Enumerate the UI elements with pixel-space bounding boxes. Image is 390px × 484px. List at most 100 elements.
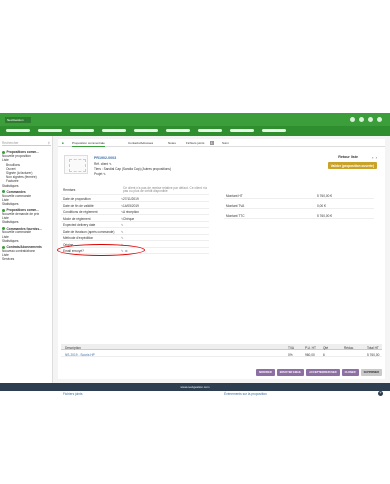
total-row: Montant HT 5 760,00 € xyxy=(224,192,374,199)
edit-icon[interactable]: ✎ xyxy=(121,223,124,227)
tab-history[interactable]: Suivi xyxy=(222,141,229,145)
field-row: Remises Ce client n'a pas de remise relat… xyxy=(61,186,209,195)
previous-icon[interactable]: ‹ xyxy=(372,155,373,160)
add-icon[interactable]: + xyxy=(378,390,383,396)
field-value: 14/05/2019 xyxy=(123,203,139,208)
total-row: Montant TTC 5 760,00 € xyxy=(224,212,374,219)
tab-notes[interactable]: Notes xyxy=(168,141,176,145)
menu-item-8[interactable] xyxy=(230,129,254,132)
user-icon[interactable] xyxy=(350,117,355,122)
action-buttons: MODIFIER ENVOYER EMAIL ACCEPTER/REFUSER … xyxy=(256,369,382,376)
help-icon[interactable] xyxy=(368,117,373,122)
field-value: A réception xyxy=(123,210,139,214)
events-link[interactable]: Événements sur la proposition xyxy=(224,392,267,396)
column-header: Réduc. xyxy=(344,345,355,350)
print-icon[interactable] xyxy=(359,117,364,122)
field-label: Date de proposition xyxy=(63,196,91,201)
proposal-header: PR1902-0003 Réf. client ✎ Tiers : Sandia… xyxy=(61,151,382,181)
client-ref: Réf. client ✎ xyxy=(94,162,112,166)
field-label: Conditions de règlement xyxy=(63,210,98,214)
table-cell: 960,00 xyxy=(305,352,315,357)
total-value: 5 760,00 € xyxy=(317,214,333,218)
total-value: 5 760,00 € xyxy=(317,194,333,198)
sidebar-item[interactable]: Services xyxy=(2,257,51,261)
project-label: Projet xyxy=(94,172,103,176)
send-email-button[interactable]: ENVOYER EMAIL xyxy=(276,369,305,376)
edit-icon[interactable]: ✎ xyxy=(121,210,124,214)
menu-item-9[interactable] xyxy=(262,129,286,132)
menu-item-4[interactable] xyxy=(102,129,126,132)
app-logo[interactable]: NextGestion xyxy=(5,117,31,123)
menu-item-2[interactable] xyxy=(38,129,62,132)
column-header: P.U. HT xyxy=(305,345,316,350)
field-value: Ce client n'a pas de remise relative par… xyxy=(123,185,207,193)
next-icon[interactable]: › xyxy=(376,155,377,160)
menu-item-7[interactable] xyxy=(198,129,222,132)
tab-proposition[interactable]: Proposition commerciale xyxy=(72,141,105,147)
edit-icon[interactable]: ✎ xyxy=(121,197,124,201)
record-nav: ‹ › xyxy=(372,155,377,160)
edit-icon[interactable]: ✎ xyxy=(109,162,112,166)
search-input[interactable]: Rechercher ⚲ xyxy=(2,141,51,146)
field-value: 27/11/2019 xyxy=(123,196,139,201)
accept-refuse-button[interactable]: ACCEPTER/REFUSER xyxy=(306,369,340,376)
attached-files-link[interactable]: Fichiers joints xyxy=(63,392,83,396)
column-header: Total HT xyxy=(367,345,379,350)
tab-contacts[interactable]: Contacts/Adresses xyxy=(128,141,153,145)
column-header: Qté xyxy=(323,345,329,350)
table-header: Description TVA P.U. HT Qté Réduc. Total HT xyxy=(61,344,382,350)
modify-button[interactable]: MODIFIER xyxy=(256,369,275,376)
link-icon[interactable]: ⚙ xyxy=(125,249,128,253)
field-label: Expected delivery date xyxy=(63,223,96,227)
field-label: Remises xyxy=(63,187,76,192)
sidebar-item[interactable]: Statistiques xyxy=(2,220,51,224)
column-header: Description xyxy=(65,345,81,350)
logout-icon[interactable] xyxy=(377,117,382,122)
footer: www.nextgestion.com xyxy=(0,383,390,391)
total-label: Montant TTC xyxy=(226,214,245,218)
field-label: Date de fin de validité xyxy=(63,203,94,208)
table-cell: 5 760,00 xyxy=(367,352,380,357)
total-label: Montant HT xyxy=(226,194,243,198)
sidebar: Rechercher ⚲ Propositions comm... Nouvell… xyxy=(0,136,53,383)
delete-button[interactable]: SUPPRIMER xyxy=(360,369,382,376)
table-cell[interactable]: NS-2019 - Souris HP xyxy=(65,353,95,357)
third-party[interactable]: Tiers : Sandial Cap (Sandia Cap) (Autres… xyxy=(94,167,171,171)
sidebar-item[interactable]: Statistiques xyxy=(2,184,51,188)
top-icons xyxy=(350,117,382,122)
table-cell: 6 xyxy=(323,352,325,357)
main-panel: ■ Proposition commerciale Contacts/Adres… xyxy=(57,139,385,396)
field-row: Email envoyé? ✎ ⚙ xyxy=(57,244,209,256)
total-row: Montant TVA 0,00 € xyxy=(224,202,374,209)
edit-icon[interactable]: ✎ xyxy=(121,236,124,240)
tab-files-badge: 1 xyxy=(210,141,214,145)
search-icon[interactable]: ⚲ xyxy=(48,141,50,145)
tab-files[interactable]: Fichiers joints xyxy=(186,141,204,145)
menu-item-1[interactable] xyxy=(6,129,30,132)
top-bar: NextGestion xyxy=(0,113,390,126)
edit-icon[interactable]: ✎ xyxy=(121,204,124,208)
back-to-list-link[interactable]: Retour liste xyxy=(338,155,358,159)
edit-icon[interactable]: ✎ xyxy=(103,172,106,176)
document-thumbnail xyxy=(64,155,88,174)
field-value: Chèque xyxy=(123,216,135,221)
search-placeholder: Rechercher xyxy=(2,141,19,145)
clone-button[interactable]: CLONER xyxy=(341,369,359,376)
project: Projet ✎ xyxy=(94,172,106,176)
edit-icon[interactable]: ✎ xyxy=(121,230,124,234)
menu-item-3[interactable] xyxy=(70,129,94,132)
table-row[interactable]: NS-2019 - Souris HP 0% 960,00 6 5 760,00 xyxy=(61,351,382,357)
sidebar-item[interactable]: Statistiques xyxy=(2,239,51,243)
field-label: Mode de règlement xyxy=(63,216,91,221)
edit-icon[interactable]: ✎ xyxy=(121,217,124,221)
total-value: 0,00 € xyxy=(317,204,326,208)
sidebar-item[interactable]: Statistiques xyxy=(2,202,51,206)
menu-item-6[interactable] xyxy=(166,129,190,132)
app-window: NextGestion Rechercher ⚲ Propositions co… xyxy=(0,113,390,396)
home-icon[interactable]: ■ xyxy=(62,141,64,145)
validate-button[interactable]: Valider (proposition ouverte) xyxy=(327,162,377,169)
proposal-id: PR1902-0003 xyxy=(94,156,117,160)
menu-item-5[interactable] xyxy=(134,129,158,132)
client-ref-label: Réf. client xyxy=(94,162,109,166)
field-label: Date de livraison (après commande) xyxy=(63,229,115,234)
